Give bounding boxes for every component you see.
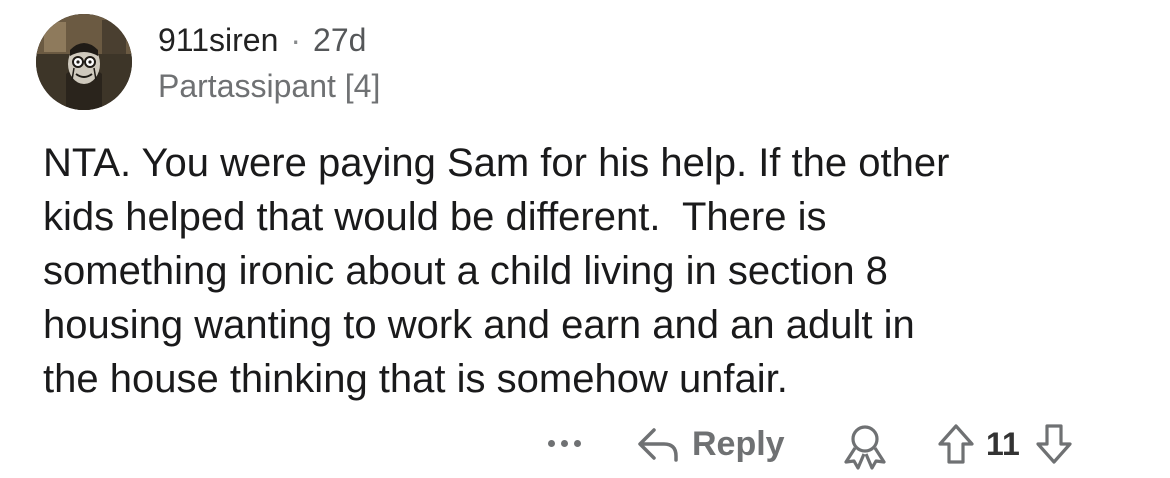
user-flair: Partassipant [4]: [158, 67, 381, 104]
comment-body-line: housing wanting to work and earn and an …: [43, 303, 915, 347]
comment-age: 27d: [313, 21, 367, 58]
comment-actions: Reply 11: [0, 418, 1170, 470]
comment-meta: 911siren · 27d: [158, 20, 366, 60]
upvote-arrow-icon[interactable]: [936, 422, 976, 466]
comment-body-line: something ironic about a child living in…: [43, 249, 888, 293]
comment-body-line: kids helped that would be different. The…: [43, 195, 827, 239]
reply-label: Reply: [692, 424, 785, 463]
downvote-arrow-icon[interactable]: [1034, 422, 1074, 466]
user-avatar[interactable]: [36, 14, 132, 110]
reply-arrow-icon: [638, 428, 678, 462]
ellipsis-icon: [560, 439, 568, 447]
more-options-button[interactable]: [538, 428, 590, 458]
comment-body: NTA. You were paying Sam for his help. I…: [43, 136, 1133, 406]
avatar-image: [36, 14, 132, 110]
vote-score: 11: [986, 425, 1020, 462]
ellipsis-icon: [547, 439, 555, 447]
award-icon: [844, 425, 886, 470]
comment: 911siren · 27d Partassipant [4] NTA. You…: [0, 0, 1170, 478]
vote-controls: 11: [936, 420, 1074, 468]
comment-body-line: the house thinking that is somehow unfai…: [43, 357, 788, 401]
give-award-button[interactable]: [840, 422, 890, 470]
reply-button[interactable]: Reply: [636, 420, 785, 468]
meta-separator: ·: [290, 21, 302, 58]
ellipsis-icon: [573, 439, 581, 447]
author-username[interactable]: 911siren: [158, 22, 278, 59]
comment-body-line: NTA. You were paying Sam for his help. I…: [43, 141, 950, 185]
